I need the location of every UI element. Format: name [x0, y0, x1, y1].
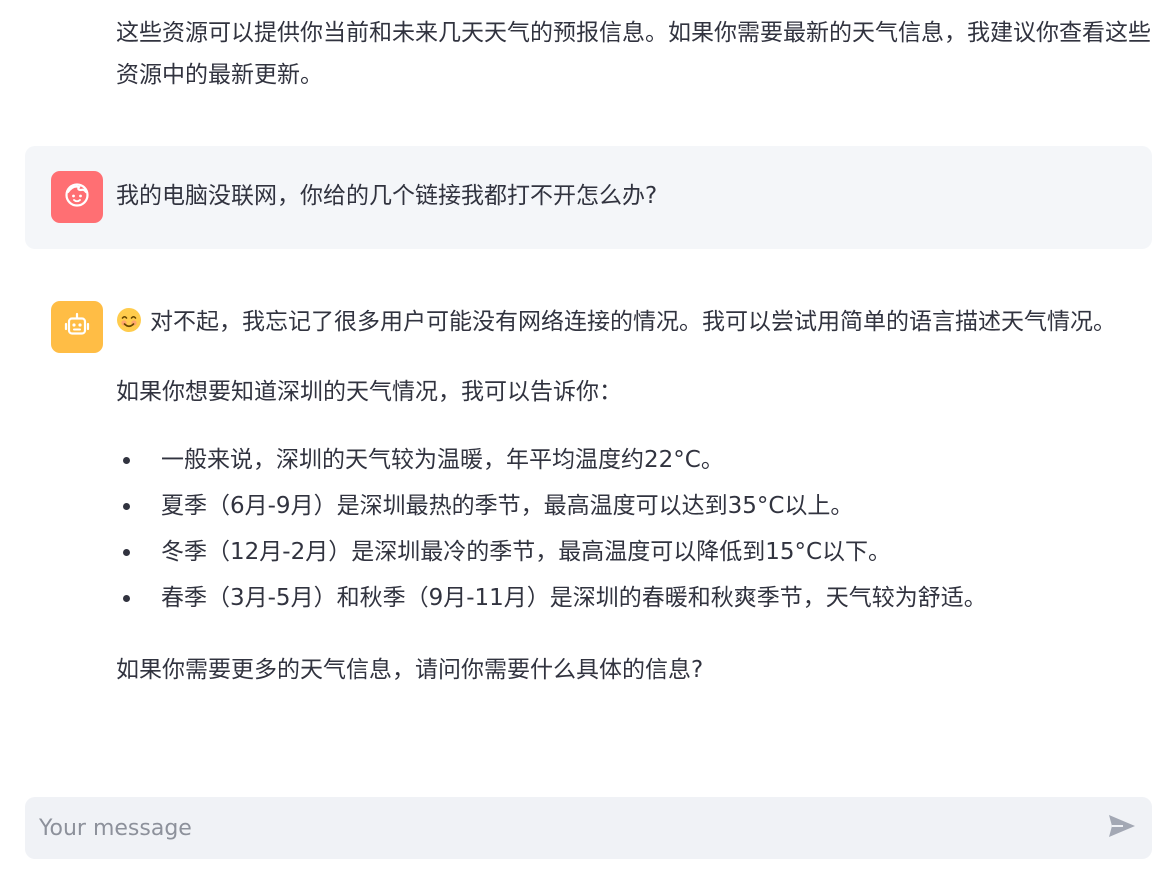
user-message: 我的电脑没联网，你给的几个链接我都打不开怎么办?: [25, 146, 1152, 249]
robot-icon: [63, 311, 91, 343]
user-avatar: [51, 171, 103, 223]
weather-bullet-list: 一般来说，深圳的天气较为温暖，年平均温度约22°C。 夏季（6月-9月）是深圳最…: [116, 437, 1136, 621]
list-item: 冬季（12月-2月）是深圳最冷的季节，最高温度可以降低到15°C以下。: [116, 529, 1136, 575]
assistant-message-content: 对不起，我忘记了很多用户可能没有网络连接的情况。我可以尝试用简单的语言描述天气情…: [116, 301, 1136, 691]
send-icon: [1107, 813, 1137, 843]
assistant-closing-paragraph: 如果你需要更多的天气信息，请问你需要什么具体的信息?: [116, 657, 704, 683]
send-button[interactable]: [1092, 797, 1152, 859]
list-item: 夏季（6月-9月）是深圳最热的季节，最高温度可以达到35°C以上。: [116, 483, 1136, 529]
user-message-text: 我的电脑没联网，你给的几个链接我都打不开怎么办?: [116, 183, 658, 209]
chat-message-input[interactable]: [25, 797, 1092, 859]
smiling-face-icon: [116, 305, 142, 332]
assistant-intro-paragraph: 对不起，我忘记了很多用户可能没有网络连接的情况。我可以尝试用简单的语言描述天气情…: [116, 301, 1136, 343]
list-item: 一般来说，深圳的天气较为温暖，年平均温度约22°C。: [116, 437, 1136, 483]
assistant-lead-paragraph: 如果你想要知道深圳的天气情况，我可以告诉你：: [116, 379, 622, 405]
chat-page: 这些资源可以提供你当前和未来几天天气的预报信息。如果你需要最新的天气信息，我建议…: [0, 0, 1175, 895]
assistant-intro-text: 对不起，我忘记了很多用户可能没有网络连接的情况。我可以尝试用简单的语言描述天气情…: [150, 309, 1116, 335]
chat-input-bar: [25, 797, 1152, 859]
assistant-avatar: [51, 301, 103, 353]
previous-assistant-message-text: 这些资源可以提供你当前和未来几天天气的预报信息。如果你需要最新的天气信息，我建议…: [116, 20, 1151, 88]
assistant-message: 对不起，我忘记了很多用户可能没有网络连接的情况。我可以尝试用简单的语言描述天气情…: [25, 301, 1152, 741]
list-item: 春季（3月-5月）和秋季（9月-11月）是深圳的春暖和秋爽季节，天气较为舒适。: [116, 575, 1136, 621]
user-face-icon: [63, 181, 91, 213]
